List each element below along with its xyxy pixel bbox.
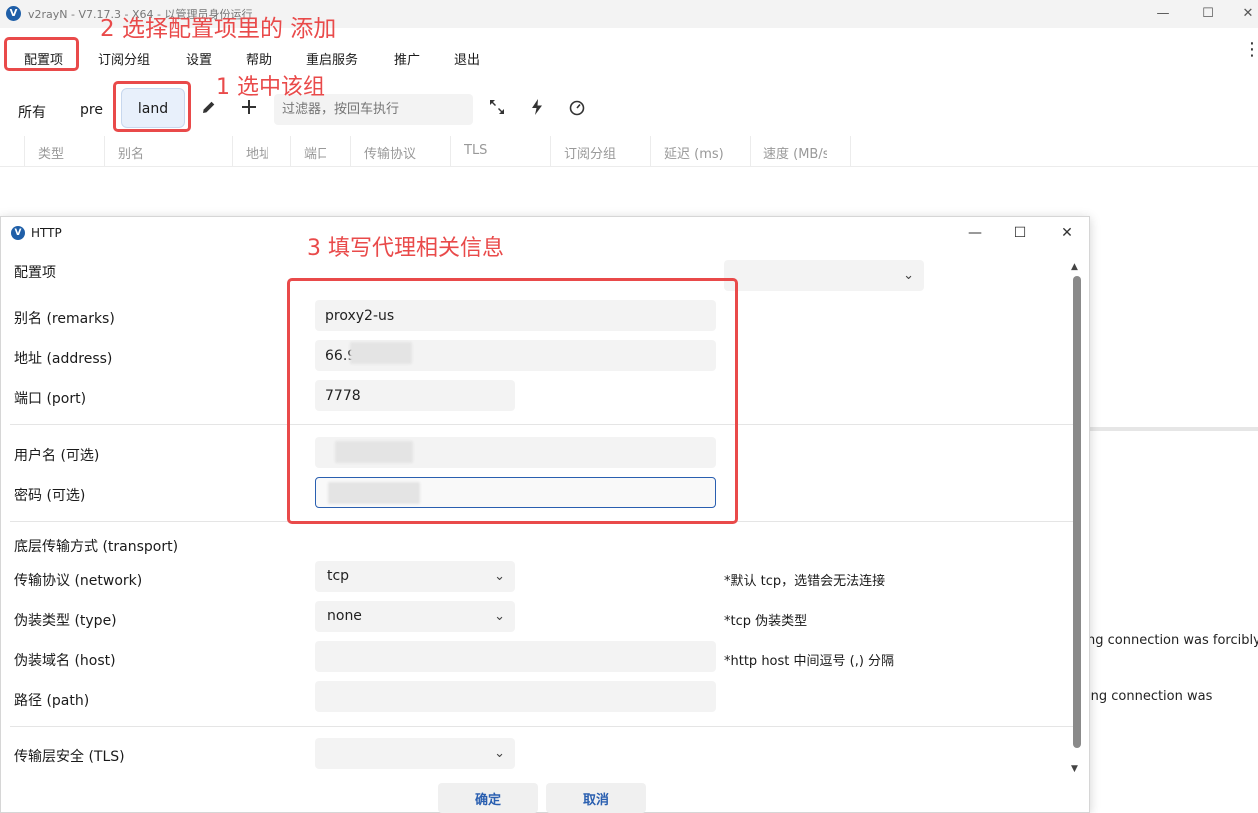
col-address[interactable]: 地址: [246, 143, 268, 162]
col-remarks[interactable]: 别名: [118, 143, 144, 162]
add-plus-icon[interactable]: [238, 98, 260, 120]
network-value: tcp: [327, 568, 350, 584]
dialog-minimize-icon[interactable]: —: [963, 223, 987, 243]
type-value: none: [327, 608, 362, 624]
chevron-down-icon: ⌄: [494, 609, 505, 624]
server-list-header: 类型 别名 地址 端口 传输协议 TLS 订阅分组 延迟 (ms) 速度 (MB…: [0, 136, 1258, 167]
menu-bar: 配置项 订阅分组 设置 帮助 重启服务 推广 退出: [0, 38, 1258, 74]
col-port[interactable]: 端口: [304, 143, 326, 162]
type-label: 伪装类型 (type): [14, 613, 117, 629]
annotation-step3: 3 填写代理相关信息: [307, 236, 504, 261]
network-label: 传输协议 (network): [14, 573, 143, 589]
port-label: 端口 (port): [14, 391, 87, 407]
config-label: 配置项: [14, 265, 56, 281]
expand-icon[interactable]: [486, 98, 508, 120]
speedometer-icon[interactable]: [566, 98, 588, 120]
annotation-step1: 1 选中该组: [216, 75, 325, 100]
close-icon[interactable]: ✕: [1236, 4, 1258, 24]
col-speed[interactable]: 速度 (MB/s): [763, 143, 827, 162]
dialog-title: HTTP: [31, 226, 62, 240]
annotation-step2: 2 选择配置项里的 添加: [100, 16, 337, 42]
app-logo-icon: V: [6, 6, 21, 21]
section-divider: [10, 726, 1078, 727]
col-type[interactable]: 类型: [38, 143, 64, 162]
username-label: 用户名 (可选): [14, 448, 100, 464]
dialog-close-icon[interactable]: ✕: [1055, 223, 1079, 243]
log-panel-divider[interactable]: [1090, 427, 1258, 431]
host-hint: *http host 中间逗号 (,) 分隔: [724, 654, 895, 669]
group-tab-pre[interactable]: pre: [80, 102, 103, 118]
annotation-highlight-config-menu: [4, 37, 79, 71]
menu-subscription-group[interactable]: 订阅分组: [98, 49, 150, 68]
menu-settings[interactable]: 设置: [186, 49, 212, 68]
minimize-icon[interactable]: —: [1151, 4, 1175, 24]
type-select[interactable]: none ⌄: [315, 601, 515, 632]
dialog-maximize-icon[interactable]: ☐: [1008, 223, 1032, 243]
tls-label: 传输层安全 (TLS): [14, 749, 125, 765]
group-tab-all[interactable]: 所有: [18, 102, 46, 122]
network-hint: *默认 tcp，选错会无法连接: [724, 574, 886, 589]
chevron-down-icon: ⌄: [494, 569, 505, 584]
annotation-highlight-form: [287, 278, 738, 524]
chevron-down-icon: ⌄: [903, 268, 914, 283]
dialog-app-icon: V: [11, 226, 25, 240]
address-label: 地址 (address): [14, 351, 113, 367]
tls-select[interactable]: ⌄: [315, 738, 515, 769]
col-tls[interactable]: TLS: [464, 143, 487, 158]
network-select[interactable]: tcp ⌄: [315, 561, 515, 592]
cancel-button[interactable]: 取消: [546, 783, 646, 813]
scroll-up-icon[interactable]: ▲: [1071, 262, 1078, 272]
transport-label: 底层传输方式 (transport): [14, 539, 179, 555]
confirm-button[interactable]: 确定: [438, 783, 538, 813]
menu-restart-service[interactable]: 重启服务: [306, 49, 358, 68]
lightning-icon[interactable]: [526, 98, 548, 120]
password-label: 密码 (可选): [14, 488, 86, 504]
annotation-highlight-land-tab: [113, 81, 191, 132]
scrollbar-thumb[interactable]: [1073, 276, 1081, 748]
edit-pencil-icon[interactable]: [198, 98, 220, 120]
menu-exit[interactable]: 退出: [454, 49, 480, 68]
type-hint: *tcp 伪装类型: [724, 614, 808, 629]
config-select[interactable]: ⌄: [724, 260, 924, 291]
col-network[interactable]: 传输协议: [364, 143, 416, 162]
path-input[interactable]: [315, 681, 716, 712]
log-line: ing connection was: [1087, 689, 1213, 704]
menu-help[interactable]: 帮助: [246, 49, 272, 68]
more-options-icon[interactable]: ⋮: [1243, 41, 1258, 59]
dialog-titlebar: V HTTP — ☐ ✕: [1, 217, 1089, 249]
remarks-label: 别名 (remarks): [14, 311, 115, 327]
maximize-icon[interactable]: ☐: [1196, 4, 1220, 24]
log-line: ng connection was forcibly: [1087, 633, 1258, 648]
col-subscription-group[interactable]: 订阅分组: [564, 143, 616, 162]
path-label: 路径 (path): [14, 693, 90, 709]
host-input[interactable]: [315, 641, 716, 672]
scroll-down-icon[interactable]: ▼: [1071, 764, 1078, 774]
menu-promote[interactable]: 推广: [394, 49, 420, 68]
chevron-down-icon: ⌄: [494, 746, 505, 761]
host-label: 伪装域名 (host): [14, 653, 116, 669]
col-delay[interactable]: 延迟 (ms): [664, 143, 724, 162]
